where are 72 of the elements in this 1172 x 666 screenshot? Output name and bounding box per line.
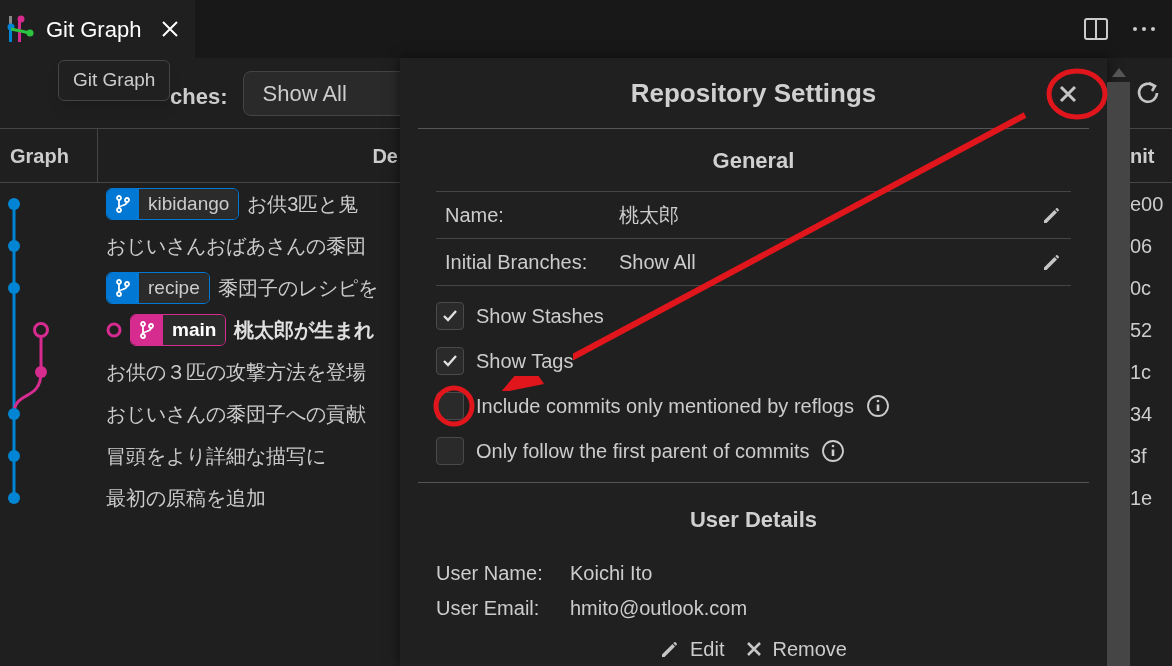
check-icon — [442, 308, 458, 323]
field-value: Koichi Ito — [570, 560, 653, 586]
check-icon — [442, 353, 458, 368]
commit-node[interactable] — [35, 366, 47, 378]
section-heading: General — [712, 146, 795, 175]
commit-message: お供の３匹の攻撃方法を登場 — [106, 360, 366, 385]
commit-hash: 34 — [1130, 402, 1154, 427]
pencil-icon[interactable] — [1042, 252, 1062, 272]
branch-icon — [139, 321, 155, 339]
field-label: Initial Branches: — [445, 250, 589, 275]
annotation-circle — [1046, 68, 1108, 120]
commit-hash: 3f — [1130, 444, 1148, 469]
section-heading: User Details — [689, 505, 818, 534]
commit-hash: 0c — [1130, 276, 1153, 301]
commit-message: おじいさんおばあさんの黍団 — [106, 234, 366, 259]
commit-node[interactable] — [8, 240, 20, 252]
commit-message: 冒頭をより詳細な描写に — [106, 444, 326, 469]
more-icon[interactable] — [1132, 26, 1156, 32]
field-label: Name: — [445, 203, 505, 228]
tab-title: Git Graph — [46, 15, 142, 44]
commit-message: 最初の原稿を追加 — [106, 486, 266, 511]
field-value: Show All — [619, 250, 697, 275]
checkbox[interactable] — [436, 301, 464, 330]
field-label: User Name: — [436, 560, 544, 586]
branch-tag[interactable]: main — [130, 314, 227, 346]
commit-message: 黍団子のレシピを — [217, 276, 378, 301]
field-label: User Email: — [436, 595, 541, 621]
commit-message: 桃太郎が生まれ — [234, 318, 375, 343]
commit-hash: 06 — [1130, 234, 1154, 259]
column-header[interactable]: Graph — [0, 129, 98, 182]
branch-name: recipe — [139, 273, 209, 303]
branch-tag[interactable]: kibidango — [106, 188, 240, 220]
commit-hash: 52 — [1130, 318, 1154, 343]
pencil-icon[interactable] — [660, 639, 680, 659]
head-marker-icon — [106, 322, 122, 338]
dialog-title: Repository Settings — [630, 76, 877, 110]
info-icon[interactable] — [821, 438, 846, 463]
branches-label: ches: — [170, 82, 228, 111]
editor-tab[interactable]: Git Graph — [0, 0, 195, 58]
commit-node[interactable] — [8, 408, 20, 420]
close-icon[interactable] — [1059, 85, 1077, 103]
commit-node[interactable] — [8, 450, 20, 462]
column-header[interactable]: De — [98, 129, 398, 182]
tooltip: Git Graph — [58, 60, 171, 101]
info-icon[interactable] — [865, 393, 890, 418]
column-header[interactable]: nit — [1130, 129, 1172, 182]
commit-message: おじいさんの黍団子への貢献 — [106, 402, 366, 427]
refresh-icon[interactable] — [1135, 80, 1161, 106]
commit-hash: 1c — [1130, 360, 1153, 385]
edit-button[interactable]: Edit — [660, 634, 725, 664]
commit-message: お供3匹と鬼 — [247, 192, 359, 217]
branch-name: main — [163, 315, 226, 345]
checkbox[interactable] — [436, 346, 464, 375]
checkbox[interactable] — [436, 436, 464, 465]
scrollbar[interactable] — [1107, 82, 1130, 666]
branch-name: kibidango — [139, 189, 239, 219]
branch-icon — [115, 195, 131, 213]
split-editor-icon[interactable] — [1084, 18, 1108, 40]
pencil-icon[interactable] — [1042, 205, 1062, 225]
commit-node[interactable] — [33, 322, 49, 338]
field-value: hmito@outlook.com — [570, 595, 748, 621]
annotation-circle — [432, 384, 476, 428]
branch-icon — [115, 279, 131, 297]
branch-tag[interactable]: recipe — [106, 272, 210, 304]
commit-node[interactable] — [8, 492, 20, 504]
commit-hash: e00 — [1130, 192, 1165, 217]
commit-node[interactable] — [8, 198, 20, 210]
remove-button[interactable]: Remove — [746, 634, 847, 664]
commit-node[interactable] — [8, 282, 20, 294]
commit-hash: 1e — [1130, 486, 1154, 511]
close-icon — [746, 641, 763, 657]
field-value: 桃太郎 — [619, 203, 680, 228]
